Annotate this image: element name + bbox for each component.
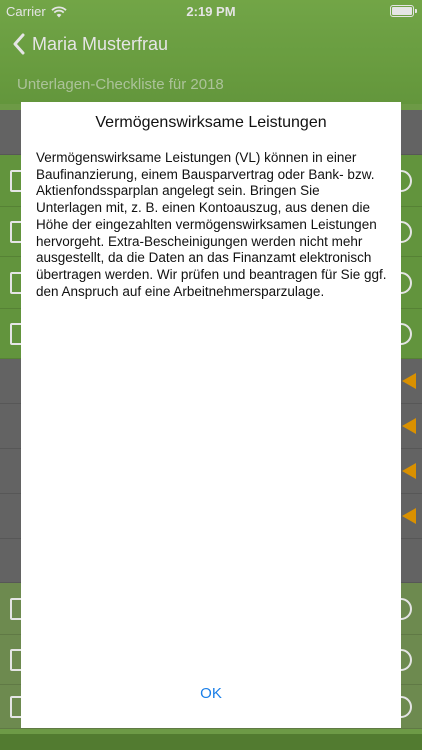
dialog-title: Vermögenswirksame Leistungen — [95, 114, 327, 131]
dialog-body: Vermögenswirksame Leistungen (VL) können… — [36, 150, 387, 299]
ok-button[interactable]: OK — [21, 685, 401, 702]
info-dialog: Vermögenswirksame Leistungen Vermögenswi… — [21, 102, 401, 728]
